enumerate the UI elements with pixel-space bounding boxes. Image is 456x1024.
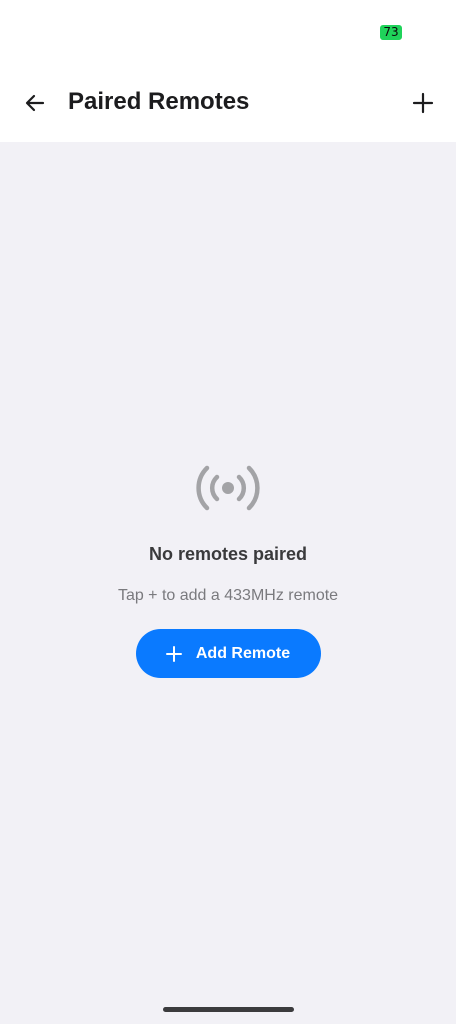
screen: 73 Paired Remotes No remotes paired Tap … bbox=[0, 0, 456, 1024]
plus-icon bbox=[412, 92, 434, 114]
empty-state: No remotes paired Tap + to add a 433MHz … bbox=[0, 456, 456, 678]
add-remote-icon-button[interactable] bbox=[402, 82, 444, 124]
back-button[interactable] bbox=[14, 82, 56, 124]
battery-indicator: 73 bbox=[380, 25, 402, 40]
home-indicator[interactable] bbox=[163, 1007, 294, 1012]
status-bar: 73 bbox=[0, 0, 456, 66]
add-remote-button-label: Add Remote bbox=[195, 644, 291, 662]
plus-icon bbox=[165, 645, 182, 662]
app-bar: Paired Remotes bbox=[0, 66, 456, 142]
arrow-left-icon bbox=[25, 94, 45, 112]
add-remote-button[interactable]: Add Remote bbox=[135, 629, 321, 678]
page-title: Paired Remotes bbox=[68, 88, 250, 115]
empty-state-title: No remotes paired bbox=[148, 544, 308, 564]
empty-state-subtitle: Tap + to add a 433MHz remote bbox=[117, 587, 339, 604]
broadcast-signal-icon bbox=[196, 465, 260, 511]
